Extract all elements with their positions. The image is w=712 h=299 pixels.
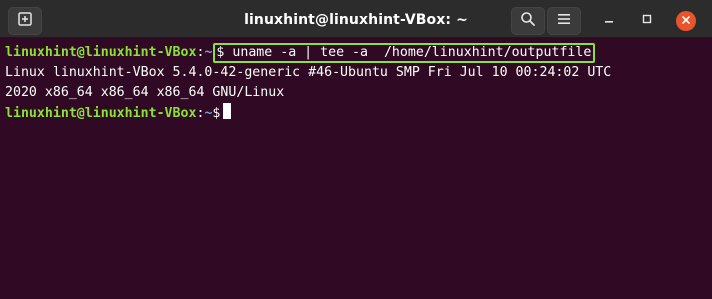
minimize-button[interactable] — [599, 11, 619, 31]
terminal-window: linuxhint@linuxhint-VBox: ~ linuxhint@li… — [0, 0, 712, 299]
title-bar: linuxhint@linuxhint-VBox: ~ — [0, 0, 712, 38]
maximize-icon — [641, 12, 653, 30]
close-button[interactable] — [676, 11, 696, 31]
command-line: linuxhint@linuxhint-VBox:~ $ uname -a | t… — [5, 43, 712, 63]
close-icon — [681, 12, 691, 30]
new-tab-icon — [17, 11, 33, 32]
search-icon — [520, 11, 536, 32]
highlighted-command: $ uname -a | tee -a /home/linuxhint/outp… — [213, 43, 596, 63]
prompt-path: ~ — [204, 45, 213, 60]
prompt-user: linuxhint@linuxhint-VBox — [5, 45, 197, 60]
maximize-button[interactable] — [637, 11, 657, 31]
menu-button[interactable] — [547, 7, 581, 35]
prompt-line: linuxhint@linuxhint-VBox:~$ — [5, 103, 712, 123]
output-line: Linux linuxhint-VBox 5.4.0-42-generic #4… — [5, 65, 612, 80]
terminal-body[interactable]: linuxhint@linuxhint-VBox:~ $ uname -a | t… — [0, 38, 712, 299]
output-line: 2020 x86_64 x86_64 x86_64 GNU/Linux — [5, 85, 285, 100]
text-cursor — [223, 103, 232, 119]
prompt-user: linuxhint@linuxhint-VBox — [5, 106, 197, 121]
minimize-icon — [603, 12, 615, 30]
hamburger-menu-icon — [557, 12, 571, 31]
search-button[interactable] — [511, 7, 545, 35]
prompt-symbol: $ — [212, 106, 221, 121]
new-tab-button[interactable] — [8, 7, 42, 35]
